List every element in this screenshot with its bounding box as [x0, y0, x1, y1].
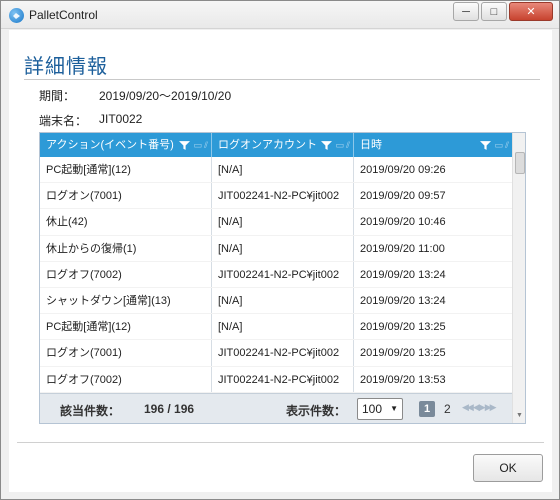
column-header-label: 日時 — [360, 139, 382, 151]
sort-icon[interactable]: ⫽ — [505, 133, 509, 157]
cell-account: JIT002241-N2-PC¥jit002 — [212, 366, 354, 392]
heading-divider — [24, 79, 540, 80]
cell-datetime: 2019/09/20 09:26 — [360, 164, 446, 176]
column-menu-icon[interactable]: ▭ — [193, 133, 201, 157]
cell-action: PC起動[通常](12) — [40, 314, 212, 340]
table-row[interactable]: PC起動[通常](12) [N/A] 2019/09/20 09:26 — [40, 157, 512, 184]
prev-page-icon[interactable]: ◀ — [473, 402, 480, 413]
cell-datetime: 2019/09/20 13:25 — [360, 321, 446, 334]
page-button-current[interactable]: 1 — [419, 401, 435, 417]
column-header-label: アクション(イベント番号) — [46, 139, 174, 151]
filter-icon[interactable] — [480, 140, 492, 151]
event-grid: アクション(イベント番号) ▭ ⫽ ログオンアカウント ▭ ⫽ 日時 ▭ ⫽ P… — [39, 132, 526, 424]
scrollbar-thumb[interactable] — [515, 152, 525, 174]
close-button[interactable]: ✕ — [509, 2, 553, 21]
next-page-icon[interactable]: ▶ — [479, 402, 486, 413]
filter-icon[interactable] — [179, 140, 191, 151]
table-row[interactable]: 休止からの復帰(1) [N/A] 2019/09/20 11:00 — [40, 235, 512, 262]
sort-icon[interactable]: ⫽ — [204, 133, 208, 157]
page-size-select[interactable]: 100 ▼ — [357, 398, 403, 420]
terminal-value: JIT0022 — [99, 112, 143, 126]
table-row[interactable]: ログオフ(7002) JIT002241-N2-PC¥jit002 2019/0… — [40, 261, 512, 288]
table-row[interactable]: ログオン(7001) JIT002241-N2-PC¥jit002 2019/0… — [40, 183, 512, 210]
window-title: PalletControl — [29, 8, 98, 22]
terminal-label: 端末名： — [39, 114, 88, 128]
cell-action: 休止(42) — [40, 209, 212, 235]
grid-header: アクション(イベント番号) ▭ ⫽ ログオンアカウント ▭ ⫽ 日時 ▭ ⫽ — [40, 133, 512, 157]
first-page-icon[interactable]: ◀◀ — [462, 402, 474, 413]
cell-account: [N/A] — [212, 287, 354, 314]
cell-datetime: 2019/09/20 13:25 — [360, 347, 446, 360]
cell-action: ログオン(7001) — [40, 340, 212, 366]
last-page-icon[interactable]: ▶▶ — [485, 402, 497, 413]
ok-button[interactable]: OK — [473, 454, 543, 482]
scroll-down-icon[interactable]: ▼ — [516, 412, 523, 419]
grid-footer: 該当件数： 196 / 196 表示件数： 100 ▼ 1 2 ◀◀ ◀ ▶ ▶… — [40, 393, 512, 423]
period-value: 2019/09/20～2019/10/20 — [99, 89, 232, 103]
cell-account: [N/A] — [212, 235, 354, 261]
result-count-label: 該当件数： — [60, 404, 121, 418]
table-row[interactable]: PC起動[通常](12) [N/A] 2019/09/20 13:25 — [40, 314, 512, 341]
cell-action: ログオフ(7002) — [40, 366, 212, 392]
cell-account: JIT002241-N2-PC¥jit002 — [212, 261, 354, 287]
result-count-value: 196 / 196 — [144, 402, 195, 416]
vertical-scrollbar[interactable]: ▼ — [512, 133, 525, 423]
cell-action: ログオフ(7002) — [40, 261, 212, 287]
sort-icon[interactable]: ⫽ — [346, 133, 350, 157]
cell-account: [N/A] — [212, 157, 354, 183]
app-icon — [9, 8, 24, 23]
minimize-button[interactable]: ─ — [453, 2, 479, 21]
column-header-label: ログオンアカウント — [218, 139, 317, 151]
table-row[interactable]: 休止(42) [N/A] 2019/09/20 10:46 — [40, 209, 512, 236]
cell-account: JIT002241-N2-PC¥jit002 — [212, 340, 354, 366]
page-size-value: 100 — [362, 402, 383, 416]
cell-datetime: 2019/09/20 13:53 — [360, 373, 446, 386]
column-menu-icon[interactable]: ▭ — [335, 133, 343, 157]
cell-action: PC起動[通常](12) — [40, 157, 212, 183]
grid-body: PC起動[通常](12) [N/A] 2019/09/20 09:26 ログオン… — [40, 157, 512, 393]
dialog-content: 詳細情報 期間： 2019/09/20～2019/10/20 端末名： JIT0… — [9, 30, 552, 492]
column-menu-icon[interactable]: ▭ — [494, 133, 502, 157]
title-bar[interactable]: PalletControl ─ □ ✕ — [1, 1, 559, 29]
cell-account: [N/A] — [212, 314, 354, 340]
cell-account: [N/A] — [212, 209, 354, 235]
cell-datetime: 2019/09/20 13:24 — [360, 268, 446, 281]
filter-icon[interactable] — [321, 140, 333, 151]
cell-account: JIT002241-N2-PC¥jit002 — [212, 183, 354, 209]
dialog-window: PalletControl ─ □ ✕ 詳細情報 期間： 2019/09/20～… — [0, 0, 560, 500]
column-header-action[interactable]: アクション(イベント番号) ▭ ⫽ — [40, 133, 212, 157]
table-row[interactable]: ログオン(7001) JIT002241-N2-PC¥jit002 2019/0… — [40, 340, 512, 367]
period-label: 期間： — [39, 89, 76, 103]
table-row[interactable]: シャットダウン[通常](13) [N/A] 2019/09/20 13:24 — [40, 287, 512, 315]
footer-divider — [17, 442, 544, 443]
cell-datetime: 2019/09/20 11:00 — [360, 242, 445, 255]
maximize-button[interactable]: □ — [481, 2, 507, 21]
cell-action: 休止からの復帰(1) — [40, 235, 212, 261]
pager-controls: ◀◀ ◀ ▶ ▶▶ — [462, 402, 497, 413]
cell-datetime: 2019/09/20 09:57 — [360, 190, 446, 203]
column-header-account[interactable]: ログオンアカウント ▭ ⫽ — [212, 133, 354, 157]
chevron-down-icon: ▼ — [390, 404, 398, 413]
cell-action: シャットダウン[通常](13) — [40, 287, 212, 314]
cell-action: ログオン(7001) — [40, 183, 212, 209]
cell-datetime: 2019/09/20 10:46 — [360, 216, 446, 229]
page-button-next[interactable]: 2 — [444, 402, 451, 416]
cell-datetime: 2019/09/20 13:24 — [360, 294, 446, 307]
page-size-label: 表示件数： — [286, 404, 347, 418]
table-row[interactable]: ログオフ(7002) JIT002241-N2-PC¥jit002 2019/0… — [40, 366, 512, 393]
column-header-datetime[interactable]: 日時 ▭ ⫽ — [354, 133, 512, 157]
page-title: 詳細情報 — [24, 56, 108, 78]
